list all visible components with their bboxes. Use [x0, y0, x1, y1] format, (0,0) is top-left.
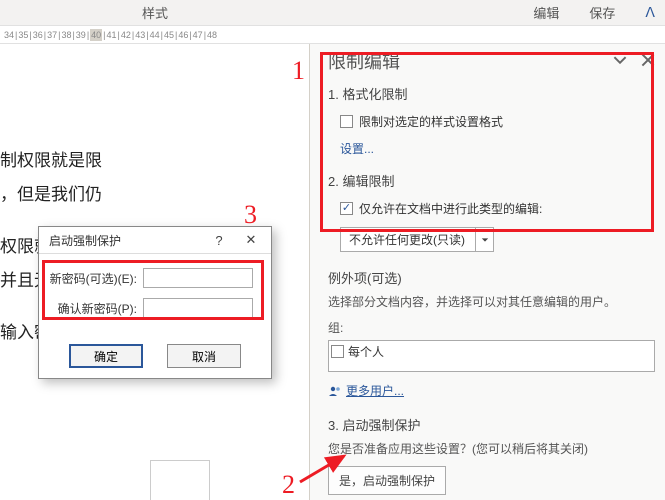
ruler: 34|35|36|37|38|39|40|41|42|43|44|45|46|4…	[0, 26, 665, 44]
doc-line: 制权限就是限	[0, 144, 102, 178]
doc-line: ，但是我们仍	[0, 178, 102, 212]
group-everyone-checkbox[interactable]	[331, 345, 344, 358]
restrict-editing-panel: 限制编辑 1. 格式化限制 限制对选定的样式设置格式 设置... 2. 编辑限制…	[310, 44, 665, 500]
more-users-link[interactable]: 更多用户...	[328, 382, 655, 399]
format-restrict-checkbox[interactable]	[340, 115, 353, 128]
format-restrict-label: 限制对选定的样式设置格式	[359, 113, 503, 130]
confirm-password-label: 确认新密码(P):	[49, 300, 137, 317]
ribbon-group-style: 样式	[0, 0, 310, 25]
cancel-button[interactable]: 取消	[167, 344, 241, 368]
edit-restrict-label: 仅允许在文档中进行此类型的编辑:	[359, 200, 542, 217]
dialog-help-button[interactable]: ?	[205, 230, 233, 250]
annotation-number-2: 2	[282, 470, 295, 500]
password-input[interactable]	[143, 268, 253, 288]
group-everyone-label: 每个人	[348, 343, 384, 360]
section2-title: 2. 编辑限制	[328, 171, 655, 190]
section1-title: 1. 格式化限制	[328, 84, 655, 103]
section3-title: 3. 启动强制保护	[328, 415, 655, 434]
group-label: 组:	[328, 319, 655, 336]
group-listbox[interactable]: 每个人	[328, 340, 655, 372]
dialog-title: 启动强制保护	[49, 232, 121, 249]
user-icon	[328, 385, 342, 397]
panel-close-icon[interactable]	[641, 53, 655, 70]
annotation-number-1: 1	[292, 56, 305, 86]
ribbon-group-edit: 编辑	[533, 3, 559, 22]
ribbon-collapse-icon[interactable]: ᐱ	[645, 4, 655, 21]
dropdown-arrow-icon[interactable]	[476, 227, 494, 252]
panel-title: 限制编辑	[328, 48, 400, 74]
annotation-arrow-icon	[296, 448, 356, 488]
dialog-close-button[interactable]: ✕	[237, 230, 265, 250]
annotation-number-3: 3	[244, 200, 257, 230]
section3-desc: 您是否准备应用这些设置？(您可以稍后将其关闭)	[328, 440, 655, 458]
settings-link[interactable]: 设置...	[340, 140, 655, 157]
panel-dropdown-icon[interactable]	[613, 53, 627, 70]
edit-restrict-checkbox[interactable]	[340, 202, 353, 215]
page-break	[150, 460, 210, 500]
enforce-protection-dialog: 启动强制保护 ? ✕ 新密码(可选)(E): 确认新密码(P): 确定 取消	[38, 226, 272, 379]
edit-type-dropdown[interactable]: 不允许任何更改(只读)	[340, 227, 476, 252]
exceptions-desc: 选择部分文档内容，并选择可以对其任意编辑的用户。	[328, 293, 655, 311]
password-label: 新密码(可选)(E):	[49, 270, 137, 287]
confirm-password-input[interactable]	[143, 298, 253, 318]
exceptions-title: 例外项(可选)	[328, 268, 655, 287]
ok-button[interactable]: 确定	[69, 344, 143, 368]
ribbon-group-save: 保存	[589, 3, 615, 22]
